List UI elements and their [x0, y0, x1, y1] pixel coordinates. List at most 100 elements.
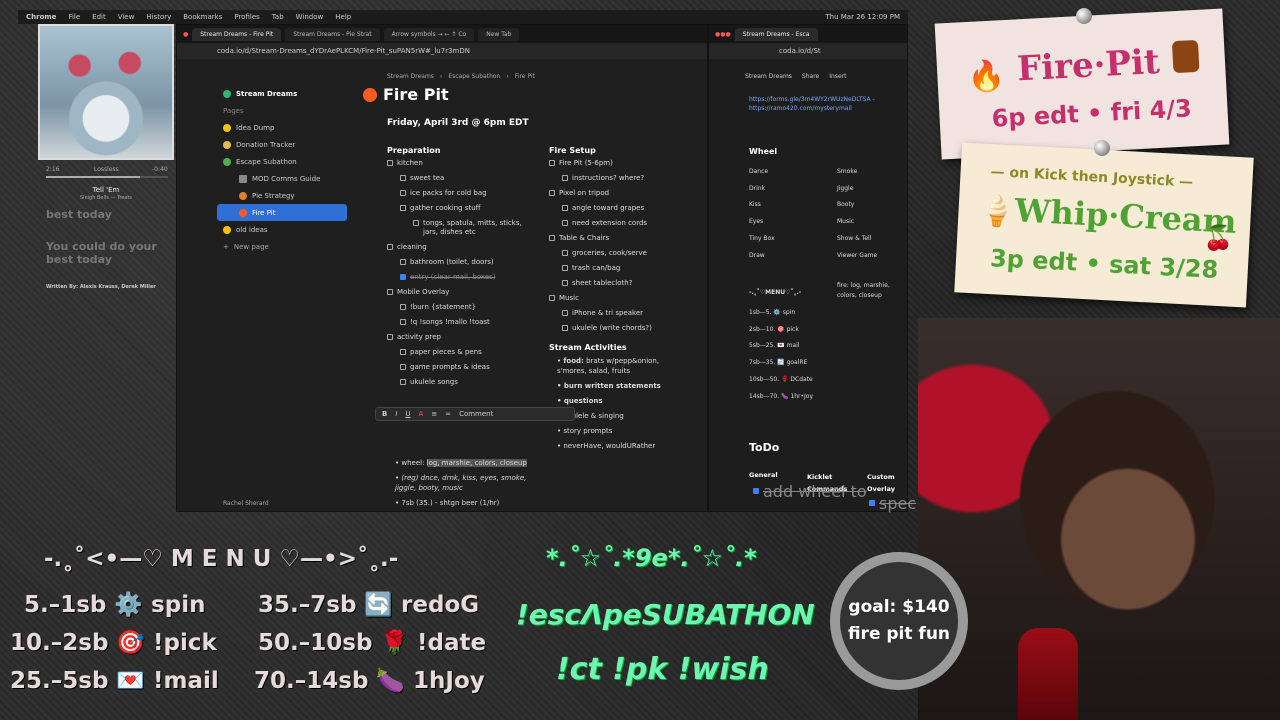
url-bar[interactable]: coda.io/d/St: [709, 43, 907, 59]
checkbox[interactable]: [869, 500, 875, 506]
todo-item[interactable]: spec: [869, 496, 916, 512]
checkbox[interactable]: [549, 160, 555, 166]
sidebar-item-donation-tracker[interactable]: Donation Tracker: [217, 136, 347, 153]
breadcrumb-item[interactable]: Stream Dreams: [387, 73, 434, 80]
sidebar-item-mod-comms[interactable]: MOD Comms Guide: [217, 170, 347, 187]
checkbox[interactable]: [400, 274, 406, 280]
workspace-title[interactable]: Stream Dreams: [217, 85, 347, 102]
mysterymail-link[interactable]: https://ramo420.com/mysterymail: [749, 104, 875, 113]
checkbox[interactable]: [562, 325, 568, 331]
checklist-item[interactable]: sweet tea: [400, 174, 535, 183]
breadcrumb-item[interactable]: Fire Pit: [515, 73, 535, 80]
menu-bookmarks[interactable]: Bookmarks: [183, 13, 222, 21]
menu-help[interactable]: Help: [335, 13, 351, 21]
checklist-item[interactable]: trash can/bag: [562, 264, 677, 273]
checklist-item[interactable]: need extension cords: [562, 219, 677, 228]
traffic-lights[interactable]: ●: [183, 31, 188, 38]
breadcrumb-item[interactable]: Escape Subathon: [448, 73, 500, 80]
checkbox[interactable]: [562, 310, 568, 316]
sidebar-item-pie-strategy[interactable]: Pie Strategy: [217, 187, 347, 204]
tab-new-tab[interactable]: New Tab: [478, 27, 520, 41]
share-button[interactable]: Share: [802, 73, 819, 80]
comment-button[interactable]: Comment: [459, 410, 493, 418]
checkbox[interactable]: [562, 265, 568, 271]
menu-tab[interactable]: Tab: [272, 13, 284, 21]
checkbox[interactable]: [400, 304, 406, 310]
checklist-item[interactable]: ukulele (write chords?): [562, 324, 677, 333]
checkbox[interactable]: [400, 379, 406, 385]
menu-file[interactable]: File: [68, 13, 80, 21]
user-name[interactable]: Rachel Sherard: [223, 500, 269, 507]
insert-button[interactable]: Insert: [829, 73, 846, 80]
tab-fire-pit[interactable]: Stream Dreams - Fire Pit: [192, 27, 282, 41]
checklist-item[interactable]: kitchen: [387, 159, 535, 168]
checkbox[interactable]: [562, 175, 568, 181]
checklist-item[interactable]: ice packs for cold bag: [400, 189, 535, 198]
checklist-item[interactable]: tongs, spatula, mitts, sticks, jars, dis…: [413, 219, 535, 237]
checkbox[interactable]: [400, 364, 406, 370]
tab-arrow-symbols[interactable]: Arrow symbols → ← ↑ Co: [383, 27, 475, 41]
menu-window[interactable]: Window: [296, 13, 324, 21]
underline-button[interactable]: U: [405, 410, 410, 418]
checkbox[interactable]: [413, 220, 419, 226]
checkbox[interactable]: [400, 205, 406, 211]
checkbox[interactable]: [400, 175, 406, 181]
checklist-item[interactable]: ukulele songs: [400, 378, 535, 387]
checkbox[interactable]: [400, 190, 406, 196]
text-color-button[interactable]: A: [419, 410, 424, 418]
sidebar-item-idea-dump[interactable]: Idea Dump: [217, 119, 347, 136]
breadcrumb[interactable]: Stream Dreams: [745, 73, 792, 80]
progress-bar[interactable]: [46, 176, 168, 178]
checkbox[interactable]: [400, 319, 406, 325]
checklist-item[interactable]: !q !songs !mallo !toast: [400, 318, 535, 327]
sidebar-item-escape-subathon[interactable]: Escape Subathon: [217, 153, 347, 170]
checklist-item[interactable]: Table & Chairs: [549, 234, 677, 243]
checklist-item[interactable]: bathroom (toilet, doors): [400, 258, 535, 267]
sidebar-item-fire-pit[interactable]: Fire Pit: [217, 204, 347, 221]
checkbox[interactable]: [549, 190, 555, 196]
checkbox[interactable]: [562, 250, 568, 256]
checklist-item[interactable]: Pixel on tripod: [549, 189, 677, 198]
link-icon[interactable]: ∞: [445, 410, 451, 418]
checklist-item[interactable]: angle toward grapes: [562, 204, 677, 213]
checkbox[interactable]: [400, 349, 406, 355]
url-text[interactable]: coda.io/d/Stream-Dreams_dYDrAePLKCM/Fire…: [217, 47, 470, 55]
checklist-item[interactable]: gather cooking stuff: [400, 204, 535, 213]
url-text[interactable]: coda.io/d/St: [779, 47, 821, 55]
checklist-item[interactable]: Fire Pit (5-6pm): [549, 159, 677, 168]
checklist-item[interactable]: game prompts & ideas: [400, 363, 535, 372]
menu-view[interactable]: View: [118, 13, 135, 21]
checklist-item[interactable]: instructions? where?: [562, 174, 677, 183]
checkbox[interactable]: [549, 235, 555, 241]
checklist-item[interactable]: Music: [549, 294, 677, 303]
checkbox[interactable]: [387, 334, 393, 340]
menu-profiles[interactable]: Profiles: [234, 13, 259, 21]
checkbox[interactable]: [549, 295, 555, 301]
menu-edit[interactable]: Edit: [92, 13, 106, 21]
new-page-button[interactable]: + New page: [217, 238, 347, 255]
tab-escape-subathon[interactable]: Stream Dreams - Esca: [734, 27, 818, 41]
checkbox[interactable]: [562, 220, 568, 226]
traffic-lights[interactable]: ●●●: [715, 31, 731, 38]
checklist-item[interactable]: iPhone & tri speaker: [562, 309, 677, 318]
checkbox[interactable]: [387, 160, 393, 166]
checkbox[interactable]: [387, 289, 393, 295]
checkbox[interactable]: [400, 259, 406, 265]
italic-button[interactable]: I: [395, 410, 397, 418]
checklist-item[interactable]: sheet tablecloth?: [562, 279, 677, 288]
align-button[interactable]: ≡: [431, 410, 437, 418]
checkbox[interactable]: [753, 488, 759, 494]
checklist-item[interactable]: entry (clear mail, boxes): [400, 273, 535, 282]
url-bar[interactable]: coda.io/d/Stream-Dreams_dYDrAePLKCM/Fire…: [177, 43, 707, 59]
checklist-item[interactable]: activity prep: [387, 333, 535, 342]
form-link[interactable]: https://forms.gle/3m4WY2rWUzNeDLTSA -: [749, 95, 875, 104]
menu-history[interactable]: History: [146, 13, 171, 21]
checklist-item[interactable]: groceries, cook/serve: [562, 249, 677, 258]
checklist-item[interactable]: Mobile Overlay: [387, 288, 535, 297]
checklist-item[interactable]: cleaning: [387, 243, 535, 252]
checkbox[interactable]: [562, 280, 568, 286]
todo-item[interactable]: add wheel to: [753, 484, 867, 500]
checkbox[interactable]: [562, 205, 568, 211]
checklist-item[interactable]: !burn {statement}: [400, 303, 535, 312]
app-name[interactable]: Chrome: [26, 13, 56, 21]
